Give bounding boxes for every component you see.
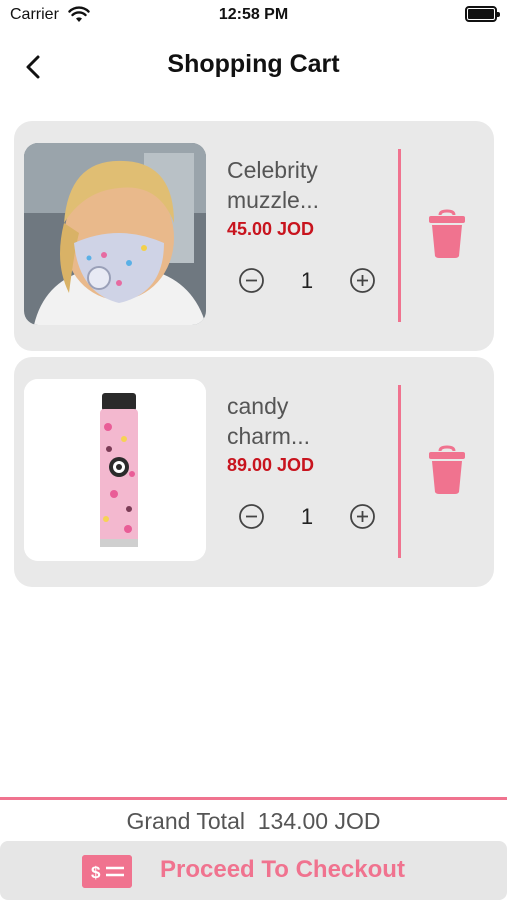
product-image-mask[interactable] [24,143,206,325]
product-image-tumbler[interactable] [24,379,206,561]
grand-total-label: Grand Total [126,808,245,834]
checkout-label: Proceed To Checkout [160,856,405,883]
card-divider [398,385,401,558]
svg-text:$: $ [91,863,101,882]
nav-bar: Shopping Cart [0,40,507,90]
status-bar: Carrier 12:58 PM [0,0,507,30]
back-chevron-icon[interactable] [18,52,48,82]
battery-icon [465,6,500,22]
card-divider [398,149,401,322]
grand-total-value: 134.00 JOD [257,808,381,834]
quantity-stepper: 1 [238,267,376,295]
product-name: candy charm... [227,393,311,449]
plus-circle-icon[interactable] [349,267,376,294]
checkout-button[interactable]: $ Proceed To Checkout [0,841,507,900]
page-title: Shopping Cart [167,50,340,78]
trash-icon[interactable] [427,209,467,259]
grand-total: Grand Total 134.00 JOD [0,808,507,835]
quantity-stepper: 1 [238,503,376,531]
footer-divider [0,797,507,800]
dollar-card-icon: $ [82,855,132,888]
product-name: Celebrity muzzle... [227,157,320,213]
cart-item-card: Celebrity muzzle... 45.00 JOD 1 [14,121,494,351]
cart-item-card: candy charm... 89.00 JOD 1 [14,357,494,587]
product-price: 45.00 JOD [227,219,315,239]
product-price: 89.00 JOD [227,455,315,475]
status-time: 12:58 PM [218,6,289,23]
trash-icon[interactable] [427,445,467,495]
plus-circle-icon[interactable] [349,503,376,530]
